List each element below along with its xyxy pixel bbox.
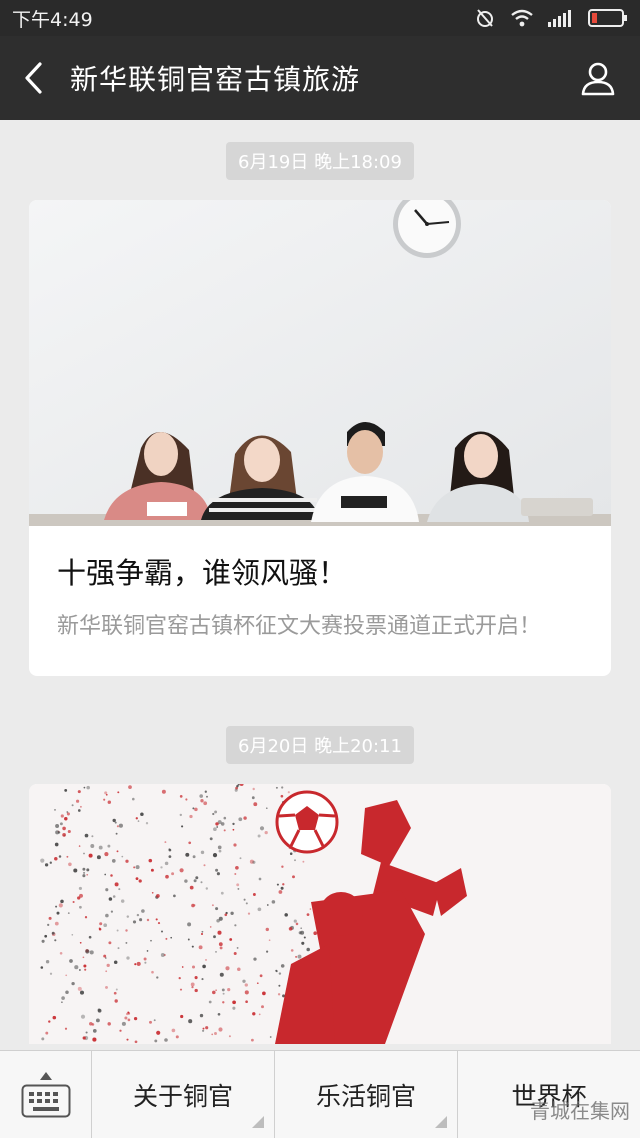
- soccer-ball-image: [275, 790, 339, 854]
- keyboard-toggle-button[interactable]: [0, 1051, 92, 1138]
- status-bar: 下午4:49: [0, 0, 640, 36]
- status-icons: [474, 7, 628, 29]
- submenu-indicator-icon: [252, 1116, 264, 1128]
- watermark-text: 青城在集网: [530, 1099, 630, 1123]
- chevron-left-icon: [25, 62, 42, 94]
- timestamp-row: 6月20日 晚上20:11: [0, 726, 640, 764]
- timestamp-chip: 6月20日 晚上20:11: [226, 726, 414, 764]
- menu-item-about[interactable]: 关于铜官: [92, 1051, 275, 1138]
- timestamp-row: 6月19日 晚上18:09: [0, 142, 640, 180]
- battery-icon: [588, 8, 628, 28]
- nav-bar: 新华联铜官窑古镇旅游: [0, 36, 640, 120]
- profile-button[interactable]: [556, 36, 640, 120]
- message-list[interactable]: 6月19日 晚上18:09 十强争霸，谁领风骚！ 新华联铜官窑古镇杯征文大赛投票…: [0, 120, 640, 1050]
- article-body: 十强争霸，谁领风骚！ 新华联铜官窑古镇杯征文大赛投票通道正式开启！: [29, 526, 611, 676]
- alarm-off-icon: [474, 7, 496, 29]
- article-card[interactable]: 十强争霸，谁领风骚！ 新华联铜官窑古镇杯征文大赛投票通道正式开启！: [29, 200, 611, 676]
- signal-icon: [548, 9, 574, 27]
- menu-item-leisure[interactable]: 乐活铜官: [275, 1051, 458, 1138]
- article-description: 新华联铜官窑古镇杯征文大赛投票通道正式开启！: [57, 614, 542, 639]
- menu-item-label: 关于铜官: [132, 1081, 233, 1111]
- article-cover-image: [29, 200, 611, 526]
- wifi-icon: [510, 8, 534, 28]
- status-time: 下午4:49: [12, 8, 93, 31]
- article-card[interactable]: [29, 784, 611, 1044]
- bottom-menu: 关于铜官 乐活铜官 世界杯 青城在集网: [0, 1050, 640, 1138]
- article-title: 十强争霸，谁领风骚！: [57, 556, 348, 590]
- caret-up-icon: [39, 1072, 52, 1080]
- menu-item-world-cup[interactable]: 世界杯 青城在集网: [458, 1051, 640, 1138]
- article-cover-image: [29, 784, 611, 1044]
- menu-item-label: 乐活铜官: [315, 1081, 416, 1111]
- back-button[interactable]: [0, 36, 66, 120]
- submenu-indicator-icon: [435, 1116, 447, 1128]
- timestamp-chip: 6月19日 晚上18:09: [226, 142, 414, 180]
- person-icon: [581, 62, 615, 96]
- page-title: 新华联铜官窑古镇旅游: [70, 63, 361, 96]
- keyboard-icon: [21, 1084, 70, 1118]
